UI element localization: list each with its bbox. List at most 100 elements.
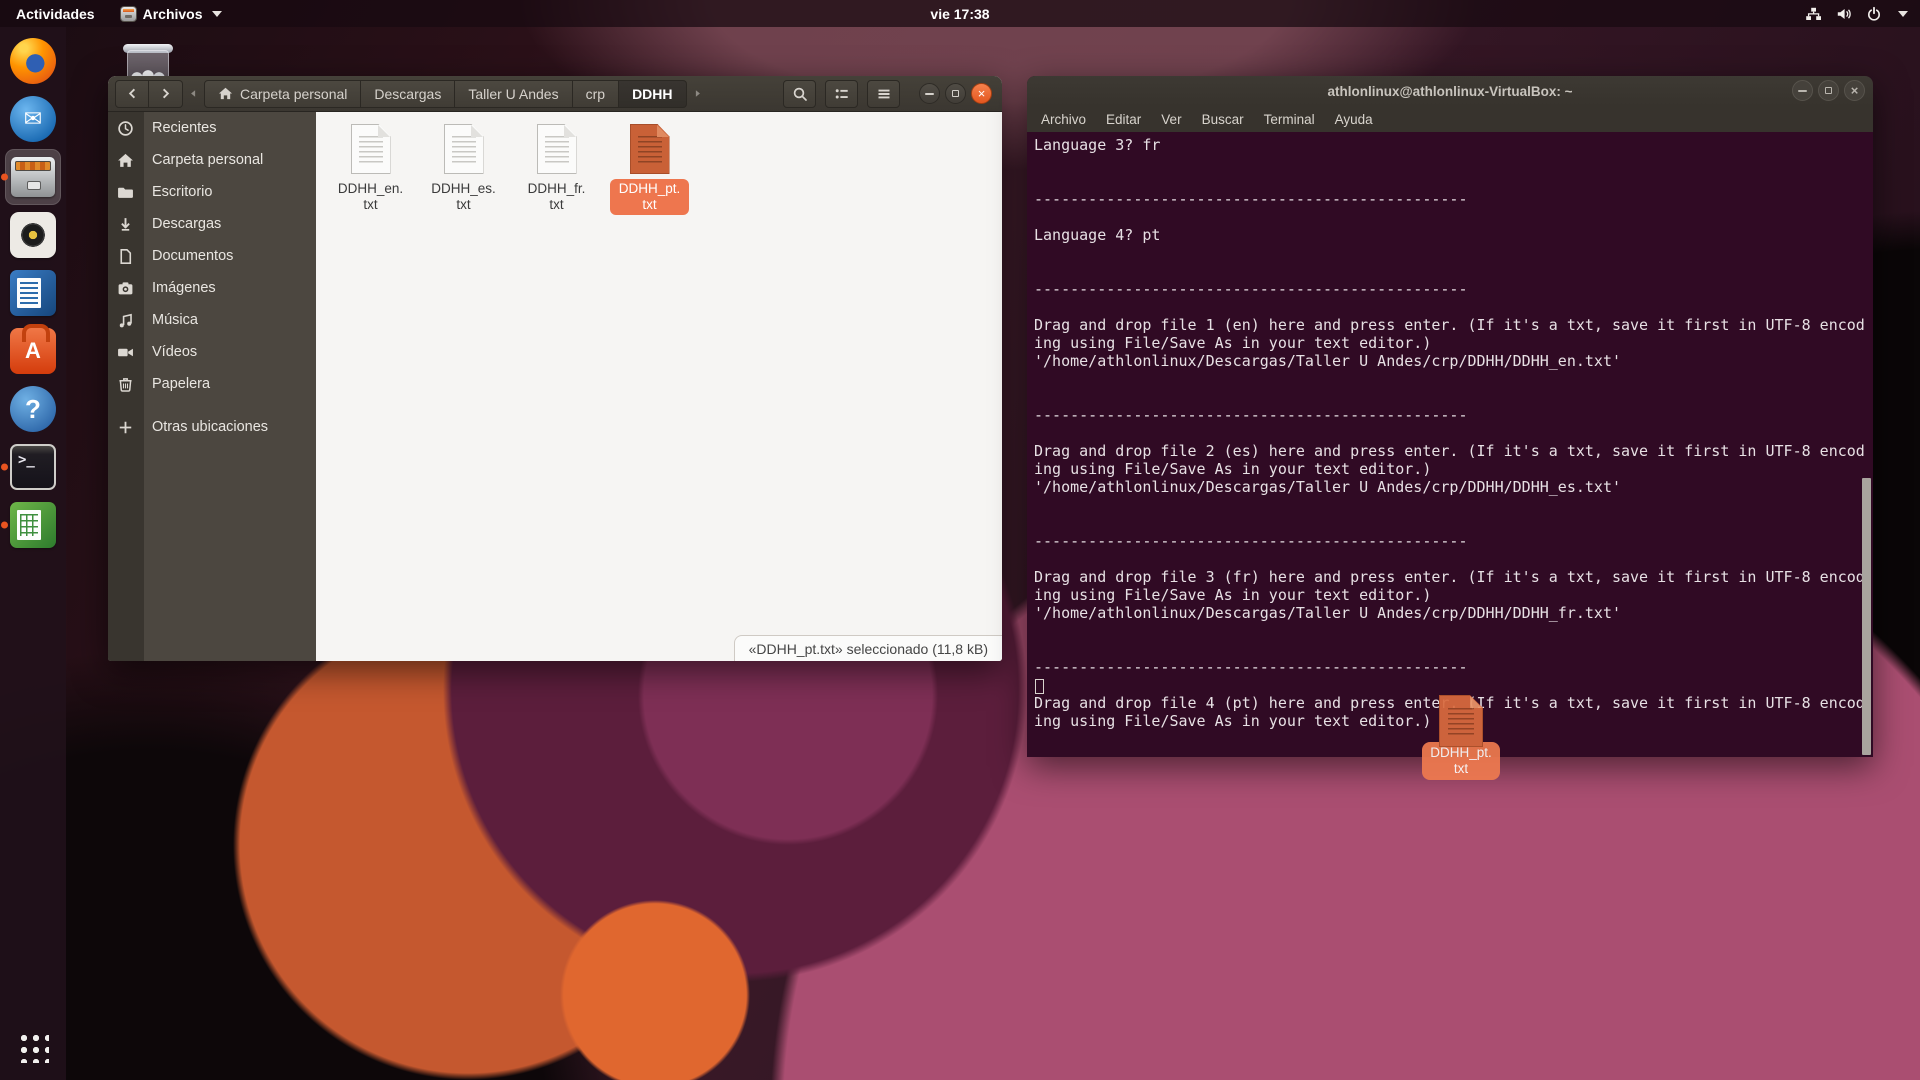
terminal-line: ing using File/Save As in your text edit… [1034, 460, 1873, 478]
running-indicator [1, 522, 8, 529]
file-item[interactable]: DDHH_en. txt [324, 120, 417, 215]
menu-item[interactable]: Ayuda [1325, 112, 1383, 127]
maximize-icon [952, 90, 959, 97]
terminal-line [1034, 424, 1873, 442]
clock[interactable]: vie 17:38 [0, 6, 1920, 22]
dragged-file-icon [1439, 695, 1483, 747]
help-icon: ? [10, 386, 56, 432]
terminal-line [1034, 388, 1873, 406]
menu-item[interactable]: Editar [1096, 112, 1151, 127]
menu-button[interactable] [867, 80, 900, 108]
file-item[interactable]: DDHH_fr. txt [510, 120, 603, 215]
sidebar-item-icon [117, 248, 134, 265]
menu-item[interactable]: Terminal [1254, 112, 1325, 127]
close-button[interactable]: × [971, 83, 992, 104]
dock-item-calc[interactable] [5, 497, 61, 553]
breadcrumb-label: Taller U Andes [468, 86, 558, 102]
running-indicator [1, 464, 8, 471]
libreoffice-writer-icon [10, 270, 56, 316]
breadcrumb-item[interactable]: Taller U Andes [455, 80, 572, 108]
sidebar-item[interactable]: Música [108, 304, 316, 336]
rhythmbox-icon [10, 212, 56, 258]
sidebar-item-icon [117, 344, 134, 361]
file-item[interactable]: DDHH_es. txt [417, 120, 510, 215]
view-toggle-button[interactable] [825, 80, 858, 108]
menu-item[interactable]: Ver [1151, 112, 1191, 127]
sidebar-item[interactable]: Imágenes [108, 272, 316, 304]
files-app-icon [121, 7, 136, 21]
sidebar-item-icon [117, 152, 134, 169]
file-item[interactable]: DDHH_pt. txt [603, 120, 696, 215]
app-menu[interactable]: Archivos [121, 6, 222, 22]
terminal-line: ----------------------------------------… [1034, 532, 1873, 550]
chevron-down-icon [1898, 11, 1908, 17]
terminal-line [1034, 262, 1873, 280]
maximize-icon [1825, 87, 1832, 94]
dragged-file-label: DDHH_pt. txt [1422, 742, 1500, 780]
sidebar-item-icon [117, 280, 134, 297]
terminal-line: '/home/athlonlinux/Descargas/Taller U An… [1034, 478, 1873, 496]
sidebar-item[interactable]: Descargas [108, 208, 316, 240]
sidebar-item[interactable]: Vídeos [108, 336, 316, 368]
file-grid: DDHH_en. txt DDHH_es. txt [324, 120, 696, 215]
breadcrumb-label: Descargas [374, 86, 441, 102]
files-sidebar: Recientes Carpeta personal Escritorio De… [108, 112, 316, 661]
breadcrumb-item[interactable]: Descargas [361, 80, 455, 108]
terminal-line [1034, 514, 1873, 532]
pathbar-scroll-right[interactable] [691, 87, 704, 100]
sidebar-item[interactable]: Recientes [108, 112, 316, 144]
sidebar-item[interactable]: Papelera [108, 368, 316, 400]
terminal-line: ----------------------------------------… [1034, 190, 1873, 208]
breadcrumb-item[interactable]: DDHH [619, 80, 686, 108]
terminal-line [1034, 676, 1873, 694]
maximize-button[interactable] [945, 83, 966, 104]
back-button[interactable] [115, 80, 149, 108]
terminal-line: ----------------------------------------… [1034, 658, 1873, 676]
terminal-line [1034, 154, 1873, 172]
minimize-button[interactable] [1792, 80, 1813, 101]
breadcrumb-label: DDHH [632, 86, 672, 102]
files-window: Carpeta personal Descargas Taller U Ande… [108, 76, 1002, 661]
sidebar-item[interactable]: Otras ubicaciones [108, 411, 316, 443]
dock-item-terminal[interactable]: >_ [5, 439, 61, 495]
breadcrumb-item[interactable]: Carpeta personal [204, 80, 361, 108]
maximize-button[interactable] [1818, 80, 1839, 101]
text-file-icon [444, 124, 484, 174]
dock-item-rhythmbox[interactable] [5, 207, 61, 263]
system-status-area[interactable] [1805, 6, 1920, 22]
terminal-line [1034, 640, 1873, 658]
search-button[interactable] [783, 80, 816, 108]
hamburger-icon [876, 86, 892, 102]
menu-item[interactable]: Archivo [1031, 112, 1096, 127]
dock-item-thunderbird[interactable]: ✉ [5, 91, 61, 147]
terminal-output[interactable]: Language 3? fr -------------------------… [1027, 132, 1873, 757]
breadcrumb-item[interactable]: crp [573, 80, 619, 108]
dock-item-help[interactable]: ? [5, 381, 61, 437]
sidebar-item[interactable]: Documentos [108, 240, 316, 272]
close-button[interactable]: × [1844, 80, 1865, 101]
show-applications-button[interactable] [5, 1024, 61, 1070]
sidebar-item[interactable]: Escritorio [108, 176, 316, 208]
terminal-line [1034, 208, 1873, 226]
minimize-button[interactable] [919, 83, 940, 104]
terminal-scrollbar[interactable] [1862, 478, 1871, 755]
pathbar-scroll-left[interactable] [187, 87, 200, 100]
firefox-icon [10, 38, 56, 84]
terminal-line: ing using File/Save As in your text edit… [1034, 334, 1873, 352]
sidebar-item[interactable]: Carpeta personal [108, 144, 316, 176]
dock-item-files[interactable] [5, 149, 61, 205]
dock-item-firefox[interactable] [5, 33, 61, 89]
activities-button[interactable]: Actividades [16, 6, 95, 22]
close-icon: × [1851, 84, 1859, 97]
sidebar-item-icon [117, 376, 134, 393]
running-indicator [1, 174, 8, 181]
terminal-titlebar[interactable]: athlonlinux@athlonlinux-VirtualBox: ~ × [1027, 76, 1873, 106]
power-icon [1866, 6, 1882, 22]
dock-item-writer[interactable] [5, 265, 61, 321]
search-icon [792, 86, 808, 102]
dock-item-software[interactable]: A [5, 323, 61, 379]
forward-button[interactable] [149, 80, 183, 108]
menu-item[interactable]: Buscar [1192, 112, 1254, 127]
files-content-area[interactable]: DDHH_en. txt DDHH_es. txt [316, 112, 1002, 661]
top-bar: Actividades Archivos vie 17:38 [0, 0, 1920, 27]
